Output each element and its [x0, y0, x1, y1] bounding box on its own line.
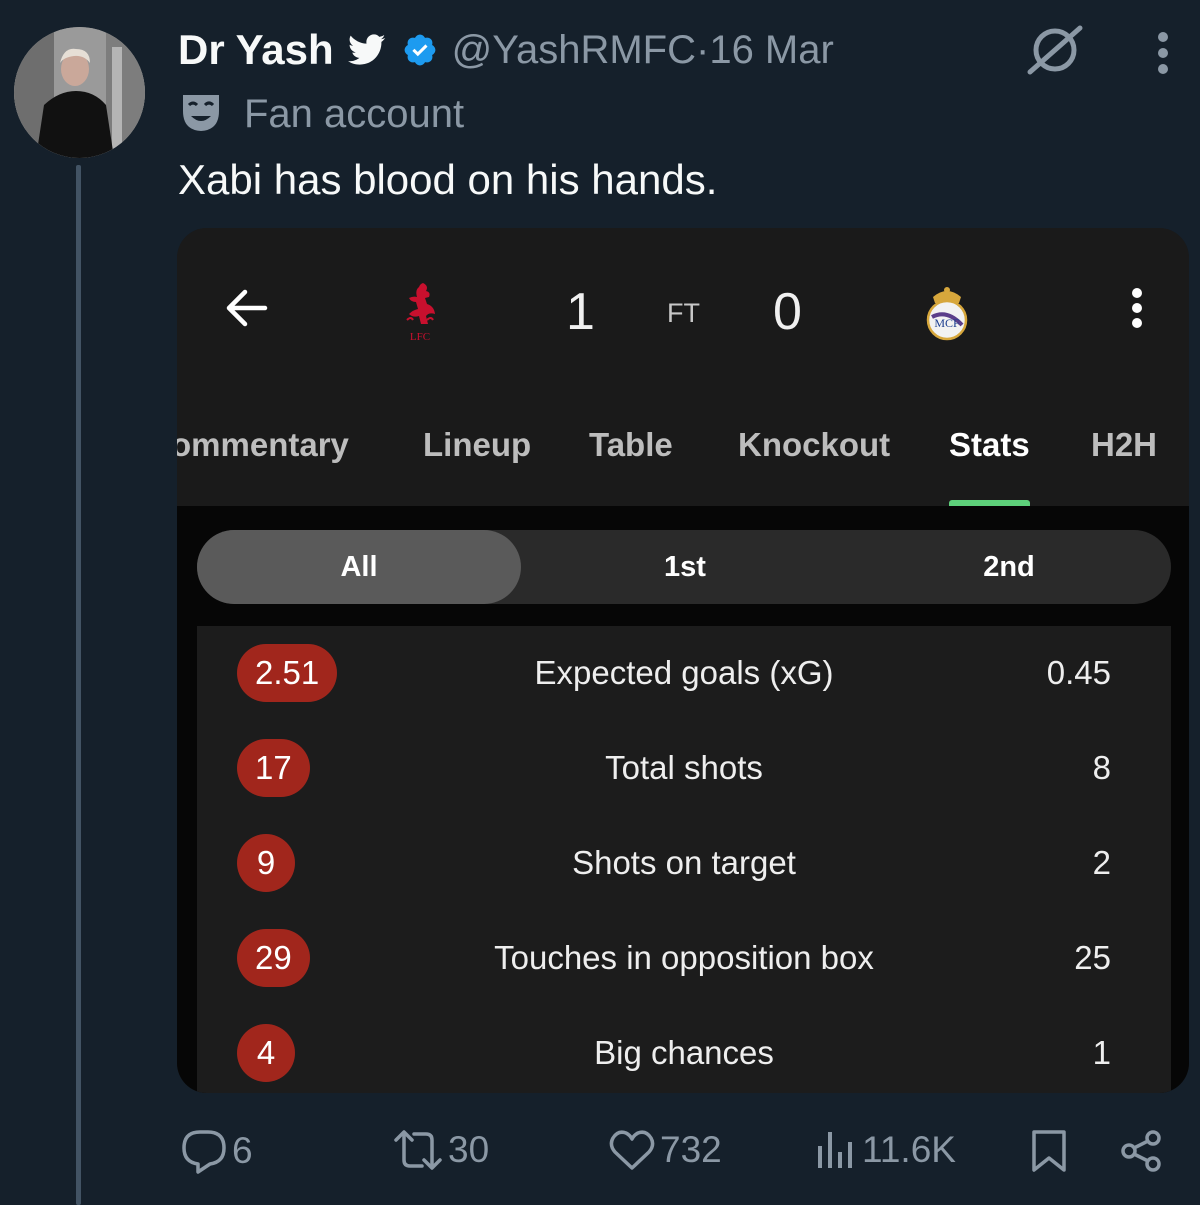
home-stat-value: 4: [237, 1024, 295, 1082]
like-button[interactable]: 732: [608, 1128, 722, 1172]
stat-name: Total shots: [605, 749, 763, 786]
tab-table[interactable]: Table: [589, 426, 673, 464]
repost-button[interactable]: 30: [392, 1128, 489, 1172]
like-count: 732: [660, 1129, 722, 1170]
back-arrow-icon[interactable]: [225, 288, 269, 333]
kebab-icon[interactable]: [1127, 286, 1147, 335]
more-icon[interactable]: [1150, 30, 1176, 83]
period-all[interactable]: All: [259, 530, 459, 604]
svg-text:LFC: LFC: [410, 331, 430, 343]
home-score: 1: [566, 283, 595, 341]
tab-h2h[interactable]: H2H: [1091, 426, 1157, 464]
tab-commentary[interactable]: ommentary: [177, 426, 349, 464]
stat-row: 17 Total shots 8: [197, 721, 1171, 816]
away-stat-value: 8: [1092, 749, 1111, 786]
home-stat-value: 29: [237, 929, 310, 987]
period-first-half[interactable]: 1st: [585, 530, 785, 604]
home-stat-value: 9: [237, 834, 295, 892]
stats-table: 2.51 Expected goals (xG) 0.45 17 Total s…: [197, 626, 1171, 1093]
share-button[interactable]: [1118, 1128, 1164, 1174]
repost-count: 30: [448, 1129, 490, 1170]
fan-account-text: Fan account: [244, 91, 465, 136]
away-score: 0: [773, 283, 802, 341]
verified-icon: [402, 32, 438, 68]
grok-icon[interactable]: [1026, 24, 1084, 81]
svg-text:MCF: MCF: [934, 316, 960, 330]
away-stat-value: 1: [1092, 1034, 1111, 1071]
like-icon: [609, 1130, 655, 1170]
fan-mask-icon: [178, 89, 224, 140]
engagement-bar: 6 30 732 11.6K: [0, 1124, 1200, 1184]
views-icon: [818, 1132, 852, 1168]
tweet-text: Xabi has blood on his hands.: [178, 156, 718, 203]
thread-line: [76, 165, 81, 1205]
bird-icon: [347, 34, 386, 66]
reply-count: 6: [232, 1130, 253, 1171]
reply-button[interactable]: 6: [180, 1128, 253, 1174]
stat-name: Big chances: [594, 1034, 774, 1071]
away-stat-value: 0.45: [1046, 654, 1111, 691]
stat-name: Shots on target: [572, 844, 796, 881]
reply-icon: [182, 1130, 226, 1174]
home-stat-value: 17: [237, 739, 310, 797]
stat-name: Touches in opposition box: [494, 939, 874, 976]
match-header: [177, 228, 1189, 506]
stat-row: 29 Touches in opposition box 25: [197, 911, 1171, 1006]
period-selector: All 1st 2nd: [197, 530, 1171, 604]
stat-row: 2.51 Expected goals (xG) 0.45: [197, 626, 1171, 721]
away-stat-value: 2: [1092, 844, 1111, 881]
tab-lineup[interactable]: Lineup: [423, 426, 531, 464]
share-icon: [1121, 1130, 1161, 1172]
fan-account-label: Fan account: [178, 88, 464, 140]
repost-icon: [394, 1130, 442, 1170]
views-count: 11.6K: [862, 1129, 956, 1170]
author-handle[interactable]: @YashRMFC: [452, 28, 696, 73]
stat-row: 4 Big chances 1: [197, 1006, 1171, 1093]
bookmark-icon: [1032, 1130, 1066, 1172]
real-madrid-crest-icon: MCF: [924, 283, 970, 346]
date-separator: ·: [696, 27, 710, 72]
author-name[interactable]: Dr Yash: [178, 26, 334, 74]
bookmark-button[interactable]: [1030, 1128, 1068, 1174]
tweet-header: Dr Yash @YashRMFC · 16 Mar: [178, 22, 834, 78]
media-card[interactable]: LFC 1 FT 0 MCF ommentary Lineup Table Kn…: [177, 228, 1189, 1093]
period-second-half[interactable]: 2nd: [909, 530, 1109, 604]
stat-row: 9 Shots on target 2: [197, 816, 1171, 911]
tab-stats[interactable]: Stats: [949, 426, 1030, 464]
tab-knockout[interactable]: Knockout: [738, 426, 890, 464]
tweet-date[interactable]: 16 Mar: [709, 28, 834, 73]
liverpool-crest-icon: LFC: [399, 280, 441, 349]
avatar[interactable]: [14, 27, 145, 158]
home-stat-value: 2.51: [237, 644, 338, 702]
away-stat-value: 25: [1074, 939, 1111, 976]
views-button[interactable]: 11.6K: [814, 1128, 956, 1172]
stat-name: Expected goals (xG): [534, 654, 834, 691]
match-status: FT: [667, 298, 700, 328]
